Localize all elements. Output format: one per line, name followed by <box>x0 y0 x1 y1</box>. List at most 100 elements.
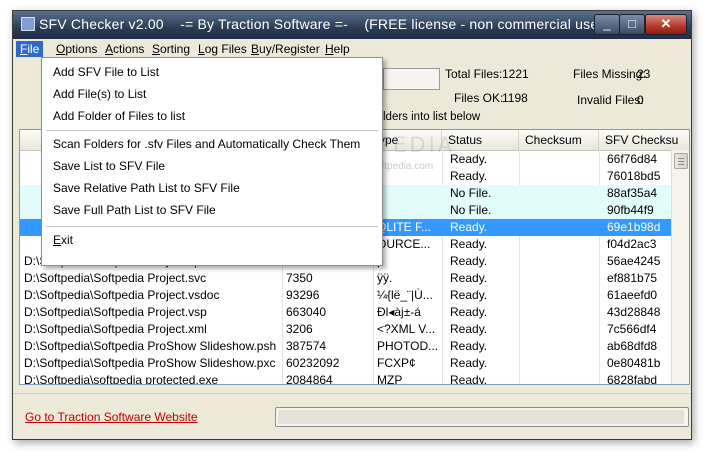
table-row[interactable]: D:\Softpedia\Softpedia Project.xml 3206 … <box>20 321 671 338</box>
cell-status: Ready. <box>450 237 488 251</box>
menu-sorting-label: orting <box>160 42 191 56</box>
cell-sfv-checksum: 76018bd5 <box>607 169 661 183</box>
cell-checksum <box>519 185 599 202</box>
cell-type: ÿÿ. <box>377 271 393 285</box>
total-files-value: 1221 <box>502 67 529 81</box>
cell-type: <?XML V... <box>377 322 436 336</box>
cell-size: 93296 <box>286 288 320 302</box>
cell-type: Ðl◂àj±-á <box>377 305 421 319</box>
cell-status: No File. <box>450 186 492 200</box>
menu-item-scan-folders[interactable]: Scan Folders for .sfv Files and Automati… <box>53 134 360 154</box>
drag-hint-text: lders into list below <box>383 111 481 123</box>
menu-item-exit-accel: E <box>53 233 62 247</box>
cell-size: 3206 <box>286 322 313 336</box>
table-row[interactable]: D:\Softpedia\Softpedia Project.svc 7350 … <box>20 270 671 287</box>
cell-checksum <box>519 202 599 219</box>
cell-size: 7350 <box>286 271 313 285</box>
column-header-checksum[interactable]: Checksum <box>519 130 599 150</box>
table-row[interactable]: D:\Softpedia\softpedia protected.exe 208… <box>20 372 671 385</box>
cell-filename: D:\Softpedia\Softpedia ProShow Slideshow… <box>24 356 276 370</box>
cell-sfv-checksum: 69e1b98d <box>607 220 661 234</box>
files-missing-value: 23 <box>637 67 651 81</box>
cell-checksum <box>519 253 599 270</box>
table-row[interactable]: D:\Softpedia\Softpedia Project.vsdoc 932… <box>20 287 671 304</box>
minimize-icon: _ <box>603 16 611 31</box>
cell-filename: D:\Softpedia\softpedia protected.exe <box>24 373 219 385</box>
close-button[interactable]: ✕ <box>645 14 687 35</box>
cell-sfv-checksum: 43d28848 <box>607 305 661 319</box>
cell-sfv-checksum: 6828fabd <box>607 373 658 385</box>
invalid-files-label: Invalid Files: <box>577 93 644 107</box>
column-header-sfv-checksum[interactable]: SFV Checksu <box>599 130 689 150</box>
table-row[interactable]: D:\Softpedia\Softpedia ProShow Slideshow… <box>20 338 671 355</box>
menu-log-files-label: og Files <box>204 42 247 56</box>
title-bar[interactable]: SFV Checker v2.00 -= By Traction Softwar… <box>13 11 691 39</box>
cell-type: ¼{lë_¨|Ù... <box>377 288 433 302</box>
menu-actions-accel: A <box>105 42 114 56</box>
total-files-label: Total Files: <box>445 67 503 81</box>
cell-status: Ready. <box>450 356 488 370</box>
menu-options-label: ptions <box>65 42 98 56</box>
cell-size: 387574 <box>286 339 327 353</box>
cell-type <box>373 202 442 219</box>
cell-type: QLITE F... <box>377 220 432 234</box>
menu-actions[interactable]: Actions <box>101 41 148 57</box>
cell-filename: D:\Softpedia\Softpedia Project.vsdoc <box>24 288 220 302</box>
menu-file[interactable]: File <box>16 41 44 57</box>
invalid-files-value: 0 <box>637 93 644 107</box>
files-ok-label: Files OK: <box>454 91 504 105</box>
progress-fill <box>278 410 684 424</box>
menu-item-exit[interactable]: Exit <box>53 230 73 250</box>
cell-status: Ready. <box>450 339 488 353</box>
table-row[interactable]: D:\Softpedia\Softpedia Project.vsp 66304… <box>20 304 671 321</box>
files-ok-value: 1198 <box>502 91 528 105</box>
cell-status: Ready. <box>450 254 488 268</box>
cell-status: Ready. <box>450 169 488 183</box>
cell-type: MZP <box>377 373 403 385</box>
table-row[interactable]: D:\Softpedia\Softpedia ProShow Slideshow… <box>20 355 671 372</box>
cell-filename: D:\Softpedia\Softpedia Project.vsp <box>24 305 207 319</box>
main-window: SFV Checker v2.00 -= By Traction Softwar… <box>12 10 692 440</box>
menu-help-accel: H <box>325 42 334 56</box>
cell-sfv-checksum: ab68dfd8 <box>607 339 658 353</box>
vertical-scrollbar[interactable] <box>671 150 689 384</box>
menu-buy-register[interactable]: Buy/Register <box>247 41 324 57</box>
file-menu-dropdown: Add SFV File to List Add File(s) to List… <box>41 57 383 266</box>
cell-status: Ready. <box>450 373 488 385</box>
menu-item-add-files[interactable]: Add File(s) to List <box>53 84 146 104</box>
menu-file-label: ile <box>27 42 40 56</box>
cell-status: No File. <box>450 203 492 217</box>
cell-filename: D:\Softpedia\Softpedia Project.xml <box>24 322 207 336</box>
menu-help[interactable]: Help <box>321 41 354 57</box>
cell-sfv-checksum: 56ae4245 <box>607 254 661 268</box>
menu-separator <box>46 130 378 131</box>
menu-actions-label: ctions <box>113 42 145 56</box>
app-icon <box>21 17 35 31</box>
cell-status: Ready. <box>450 152 488 166</box>
files-missing-label: Files Missing: <box>573 67 646 81</box>
cell-type: OURCE... <box>377 237 431 251</box>
cell-sfv-checksum: 0e80481b <box>607 356 661 370</box>
traction-website-link[interactable]: Go to Traction Software Website <box>25 410 198 424</box>
menu-item-add-sfv-file[interactable]: Add SFV File to List <box>53 62 159 82</box>
maximize-button[interactable]: □ <box>619 14 645 35</box>
menu-item-save-relative[interactable]: Save Relative Path List to SFV File <box>53 178 240 198</box>
cell-filename: D:\Softpedia\Softpedia ProShow Slideshow… <box>24 339 277 353</box>
cell-checksum <box>519 287 599 304</box>
cell-checksum <box>519 372 599 384</box>
cell-status: Ready. <box>450 220 488 234</box>
menu-item-add-folder[interactable]: Add Folder of Files to list <box>53 106 185 126</box>
menu-options[interactable]: Options <box>52 41 101 57</box>
maximize-icon: □ <box>628 16 636 31</box>
menu-bar: File Options Actions Sorting Log Files B… <box>13 39 691 59</box>
cell-checksum <box>519 338 599 355</box>
menu-sorting[interactable]: Sorting <box>148 41 194 57</box>
menu-item-save-full[interactable]: Save Full Path List to SFV File <box>53 200 216 220</box>
cell-sfv-checksum: 7c566df4 <box>607 322 657 336</box>
minimize-button[interactable]: _ <box>594 14 620 35</box>
cell-status: Ready. <box>450 288 488 302</box>
menu-item-save-list[interactable]: Save List to SFV File <box>53 156 165 176</box>
menu-log-files[interactable]: Log Files <box>194 41 251 57</box>
scrollbar-thumb[interactable] <box>674 153 688 169</box>
progress-bar <box>275 407 689 427</box>
